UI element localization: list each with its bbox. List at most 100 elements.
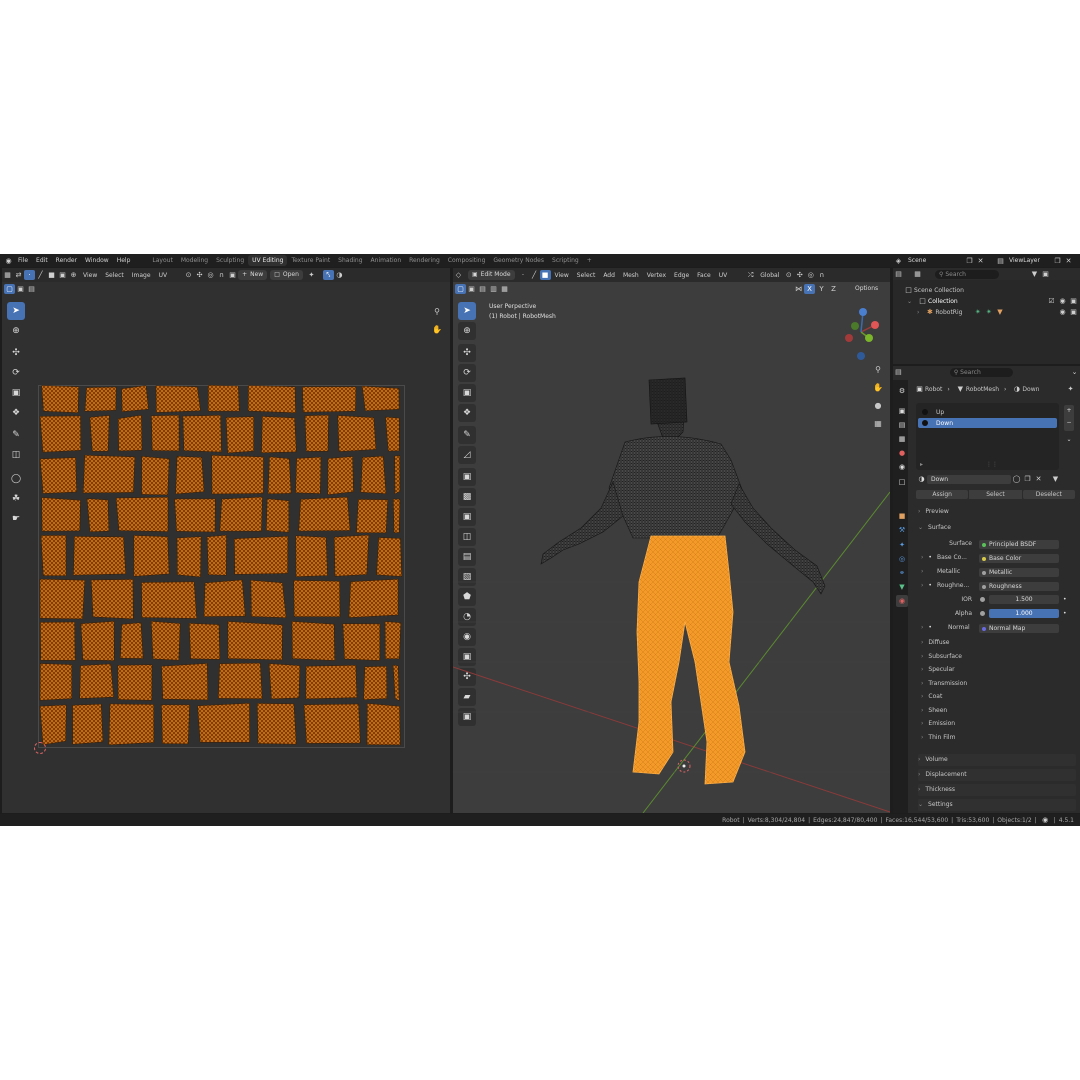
vp-menu-face[interactable]: Face [693,272,715,279]
browse-material-icon[interactable]: ◑ [916,474,927,484]
transform-tool-icon[interactable]: ❖ [7,404,25,422]
uv-menu-select[interactable]: Select [101,272,128,279]
camera-icon[interactable]: ▣ [1068,307,1079,317]
2d-cursor-icon[interactable] [34,742,46,754]
grid-icon[interactable]: ▦ [871,416,885,430]
material-tab-icon[interactable]: ◉ [896,595,908,607]
fake-user-icon[interactable]: ◯ [1011,474,1022,484]
proportional-icon[interactable]: ◎ [205,270,216,280]
checkbox-icon[interactable]: ☑ [1046,296,1057,306]
select-button[interactable]: Select [969,489,1022,499]
add-workspace-icon[interactable]: + [583,255,596,266]
annotate-tool-icon[interactable]: ✎ [7,426,25,444]
data-tab-icon[interactable]: ▼ [896,581,908,593]
chevron-down-icon[interactable]: ⌄ [1064,436,1074,444]
tab-shading[interactable]: Shading [334,255,366,266]
subpanel-subsurface[interactable]: › Subsurface [921,652,962,662]
orientation-dropdown[interactable]: Global [756,272,783,279]
view-layer-tab-icon[interactable]: ▦ [896,433,908,445]
scale-tool-icon[interactable]: ▣ [7,384,25,402]
input-row-base-color[interactable]: › • Base Co... [921,554,973,561]
vp-menu-mesh[interactable]: Mesh [619,272,643,279]
displacement-panel-header[interactable]: › Displacement [918,769,1076,781]
chevron-down-icon[interactable]: ⌄ [1069,367,1080,377]
menu-help[interactable]: Help [113,254,135,267]
select-box-icon[interactable]: ▢ [4,284,15,294]
tab-animation[interactable]: Animation [367,255,406,266]
zoom-icon[interactable]: ⚲ [871,362,885,376]
tab-scripting[interactable]: Scripting [548,255,583,266]
input-row-roughness[interactable]: › • Roughne... [921,582,973,589]
camera-icon[interactable]: ▣ [1068,296,1079,306]
snap-icon[interactable]: ✣ [194,270,205,280]
new-collection-icon[interactable]: ▣ [1040,269,1051,279]
rotate-tool-icon[interactable]: ⟳ [7,364,25,382]
subpanel-specular[interactable]: › Specular [921,665,955,675]
list-expand-icon[interactable]: ▸ [920,461,923,468]
select-tool-icon[interactable]: ➤ [7,302,25,320]
filter-icon[interactable]: ▼ [1029,269,1040,279]
new-image-button[interactable]: + New [238,270,268,280]
tab-rendering[interactable]: Rendering [405,255,444,266]
sync-selection-icon[interactable]: ⇄ [13,270,24,280]
overlay-toggle-icon[interactable]: ◑ [334,270,345,280]
output-tab-icon[interactable]: ▤ [896,419,908,431]
pivot-icon[interactable]: ⊙ [183,270,194,280]
vp-menu-uv[interactable]: UV [715,272,732,279]
material-type-icon[interactable]: ▼ [1050,474,1061,484]
viewlayer-selector[interactable]: ▤ ViewLayer ❐ ✕ [995,255,1074,266]
slot-item-up[interactable]: Up [918,407,1057,417]
ior-slider[interactable]: 1.500 [989,595,1059,604]
pan-hand-icon[interactable]: ✋ [430,322,444,336]
remove-slot-icon[interactable]: − [1064,417,1074,429]
unlink-icon[interactable]: ✕ [1033,474,1044,484]
base-color-field[interactable]: Base Color [979,554,1059,563]
menu-window[interactable]: Window [81,254,113,267]
tool-tab-icon[interactable]: ⚙ [896,385,908,397]
uv-menu-image[interactable]: Image [128,272,155,279]
constraints-tab-icon[interactable]: ⚭ [896,567,908,579]
menu-render[interactable]: Render [52,254,81,267]
input-row-metallic[interactable]: ›•Metallic [921,568,973,575]
snap-icon[interactable]: ✣ [794,270,805,280]
select-subtract-icon[interactable]: ▤ [26,284,37,294]
keyframe-dot-icon[interactable]: • [1063,596,1067,603]
vp-menu-view[interactable]: View [551,272,573,279]
pin-icon[interactable]: ✦ [1065,384,1076,394]
image-browse-icon[interactable]: ▣ [227,270,238,280]
pinch-tool-icon[interactable]: ☛ [7,510,25,528]
particles-tab-icon[interactable]: ✦ [896,539,908,551]
copy-icon[interactable]: ❐ [964,256,975,266]
thickness-panel-header[interactable]: › Thickness [918,784,1076,796]
vp-menu-edge[interactable]: Edge [670,272,693,279]
edge-select-icon[interactable]: ╱ [35,270,46,280]
gizmo-toggle-icon[interactable]: ⤣ [322,270,334,280]
assign-button[interactable]: Assign [916,489,969,499]
pin-icon[interactable]: ✦ [306,270,317,280]
tab-modeling[interactable]: Modeling [177,255,212,266]
chevron-right-icon[interactable]: › [917,309,919,316]
collection-tab-icon[interactable]: □ [896,476,908,488]
metallic-field[interactable]: Metallic [979,568,1059,577]
display-mode-icon[interactable]: ▦ [912,269,923,279]
tab-uv-editing[interactable]: UV Editing [248,255,288,266]
falloff-icon[interactable]: ∩ [816,270,827,280]
robot-lower-body-selected[interactable] [632,535,746,785]
volume-panel-header[interactable]: › Volume [918,754,1076,766]
list-resize-handle[interactable]: ⋮⋮ [986,461,998,468]
zoom-icon[interactable]: ⚲ [430,304,444,318]
viewlayer-name[interactable]: ViewLayer [1006,257,1052,264]
material-slot-list[interactable]: Up Down ▸ ⋮⋮ [916,403,1059,470]
vp-menu-select[interactable]: Select [573,272,600,279]
subpanel-sheen[interactable]: › Sheen [921,706,947,716]
preview-panel-header[interactable]: › Preview [918,506,1076,518]
roughness-field[interactable]: Roughness [979,582,1059,591]
scene-tab-icon[interactable]: ● [896,447,908,459]
menu-file[interactable]: File [14,254,32,267]
surface-panel-header[interactable]: ⌄ Surface [918,522,1076,534]
uv-menu-view[interactable]: View [79,272,101,279]
viewport-scene[interactable] [453,282,890,813]
slot-item-down[interactable]: Down [918,418,1057,428]
tab-compositing[interactable]: Compositing [444,255,490,266]
eye-icon[interactable]: ◉ [1057,296,1068,306]
